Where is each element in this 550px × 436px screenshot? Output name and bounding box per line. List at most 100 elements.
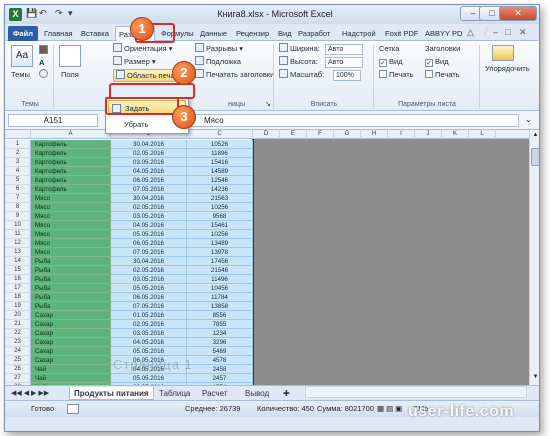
cell-date[interactable]: 03.05.2016 [111, 158, 187, 167]
cell-product[interactable]: Мясо [31, 239, 111, 248]
scroll-thumb[interactable] [531, 148, 539, 166]
cell-date[interactable]: 04.05.2016 [111, 167, 187, 176]
theme-effects-icon[interactable] [39, 69, 50, 80]
width-dropdown[interactable]: Авто [325, 43, 363, 55]
cell-product[interactable]: Мясо [31, 194, 111, 203]
row-header[interactable]: 3 [5, 158, 31, 167]
cell-product[interactable]: Рыба [31, 257, 111, 266]
cell-amount[interactable]: 11496 [187, 275, 253, 284]
breaks-button[interactable]: Разрывы ▾ [195, 43, 243, 54]
cell-amount[interactable]: 14236 [187, 185, 253, 194]
row-header[interactable]: 6 [5, 185, 31, 194]
gridlines-view-checkbox[interactable]: ✓ Вид [379, 56, 403, 67]
sheet-nav-icons[interactable]: ◀◀ ◀ ▶ ▶▶ [7, 387, 53, 400]
cell-date[interactable]: 03.05.2016 [111, 275, 187, 284]
minimize-ribbon-icon[interactable]: △ [467, 27, 474, 38]
cell-date[interactable]: 30.04.2016 [111, 194, 187, 203]
cell-product[interactable]: Картофель [31, 176, 111, 185]
row-header[interactable]: 7 [5, 194, 31, 203]
cell-date[interactable]: 02.05.2016 [111, 320, 187, 329]
cell-product[interactable]: Картофель [31, 185, 111, 194]
row-header[interactable]: 15 [5, 266, 31, 275]
row-header[interactable]: 12 [5, 239, 31, 248]
sheet-tab-table[interactable]: Таблица [155, 387, 194, 400]
column-header-e[interactable]: E [280, 130, 307, 139]
row-header[interactable]: 10 [5, 221, 31, 230]
scale-input[interactable]: 100% [333, 69, 361, 81]
cell-product[interactable]: Сахар [31, 311, 111, 320]
tab-developer[interactable]: Разработ [295, 26, 333, 41]
column-header-h[interactable]: H [361, 130, 388, 139]
tab-foxit-pdf[interactable]: Foxit PDF [382, 26, 421, 41]
row-header[interactable]: 11 [5, 230, 31, 239]
cell-amount[interactable]: 21546 [187, 266, 253, 275]
row-header[interactable]: 26 [5, 365, 31, 374]
column-header-k[interactable]: K [442, 130, 469, 139]
scale-control[interactable]: Масштаб: [279, 69, 324, 80]
cell-amount[interactable]: 15416 [187, 158, 253, 167]
cell-date[interactable]: 03.05.2016 [111, 329, 187, 338]
tab-review[interactable]: Рецензир [233, 26, 272, 41]
row-header[interactable]: 9 [5, 212, 31, 221]
worksheet-grid[interactable]: ABCDEFGHIJKL 1 Картофель 30.04.2016 10526 2 К… [5, 130, 529, 385]
cell-product[interactable]: Мясо [31, 230, 111, 239]
vertical-scrollbar[interactable]: ▲ ▼ [529, 130, 539, 388]
row-header[interactable]: 18 [5, 293, 31, 302]
sheet-tab-output[interactable]: Вывод [241, 387, 273, 400]
new-sheet-icon[interactable]: ✚ [279, 387, 294, 400]
scroll-down-icon[interactable]: ▼ [531, 374, 539, 383]
cell-amount[interactable]: 15461 [187, 221, 253, 230]
column-header-g[interactable]: G [334, 130, 361, 139]
excel-app-icon[interactable]: X [9, 8, 22, 21]
cell-product[interactable]: Мясо [31, 203, 111, 212]
page-setup-launcher-icon[interactable]: ↘ [265, 99, 271, 110]
scroll-up-icon[interactable]: ▲ [531, 132, 539, 141]
cell-date[interactable]: 07.05.2016 [111, 248, 187, 257]
column-header-i[interactable]: I [388, 130, 415, 139]
cell-product[interactable]: Рыба [31, 284, 111, 293]
tab-addins[interactable]: Надстрой [339, 26, 379, 41]
cell-amount[interactable]: 13489 [187, 239, 253, 248]
row-header[interactable]: 17 [5, 284, 31, 293]
cell-amount[interactable]: 13978 [187, 248, 253, 257]
cell-product[interactable]: Сахар [31, 320, 111, 329]
headings-print-checkbox[interactable]: Печать [425, 69, 460, 80]
tab-file[interactable]: Файл [8, 26, 38, 41]
arrange-icon[interactable] [492, 45, 514, 61]
tab-insert[interactable]: Вставка [78, 26, 112, 41]
row-header[interactable]: 4 [5, 167, 31, 176]
row-header[interactable]: 27 [5, 374, 31, 383]
tab-abbyy-pdf[interactable]: ABBYY PD [422, 26, 465, 41]
cell-amount[interactable]: 10526 [187, 140, 253, 149]
cell-date[interactable]: 02.05.2016 [111, 266, 187, 275]
cell-date[interactable]: 30.04.2016 [111, 257, 187, 266]
cell-product[interactable]: Мясо [31, 221, 111, 230]
column-header-a[interactable]: A [31, 130, 111, 139]
cell-date[interactable]: 07.05.2016 [111, 302, 187, 311]
row-header[interactable]: 20 [5, 311, 31, 320]
cell-amount[interactable]: 11896 [187, 149, 253, 158]
cell-amount[interactable]: 9568 [187, 212, 253, 221]
cell-product[interactable]: Картофель [31, 167, 111, 176]
row-header[interactable]: 25 [5, 356, 31, 365]
cell-product[interactable]: Сахар [31, 356, 111, 365]
doc-close-icon[interactable]: ✕ [519, 27, 527, 38]
cell-amount[interactable]: 5469 [187, 347, 253, 356]
redo-icon[interactable]: ↷ [55, 8, 63, 19]
row-header[interactable]: 14 [5, 257, 31, 266]
save-icon[interactable]: 💾 [26, 8, 37, 19]
row-header[interactable]: 5 [5, 176, 31, 185]
cell-date[interactable]: 06.05.2016 [111, 239, 187, 248]
horizontal-scrollbar[interactable] [305, 386, 527, 398]
cell-date[interactable]: 02.05.2016 [111, 203, 187, 212]
theme-fonts-icon[interactable]: A [39, 57, 44, 68]
cell-amount[interactable]: 4578 [187, 356, 253, 365]
quick-access-menu-icon[interactable]: ▾ [68, 8, 73, 19]
cell-product[interactable]: Чай [31, 365, 111, 374]
cell-product[interactable]: Мясо [31, 248, 111, 257]
cell-product[interactable]: Сахар [31, 329, 111, 338]
cell-amount[interactable]: 14589 [187, 167, 253, 176]
tab-view[interactable]: Вид [275, 26, 295, 41]
margins-icon[interactable] [59, 45, 81, 67]
cell-product[interactable]: Сахар [31, 338, 111, 347]
